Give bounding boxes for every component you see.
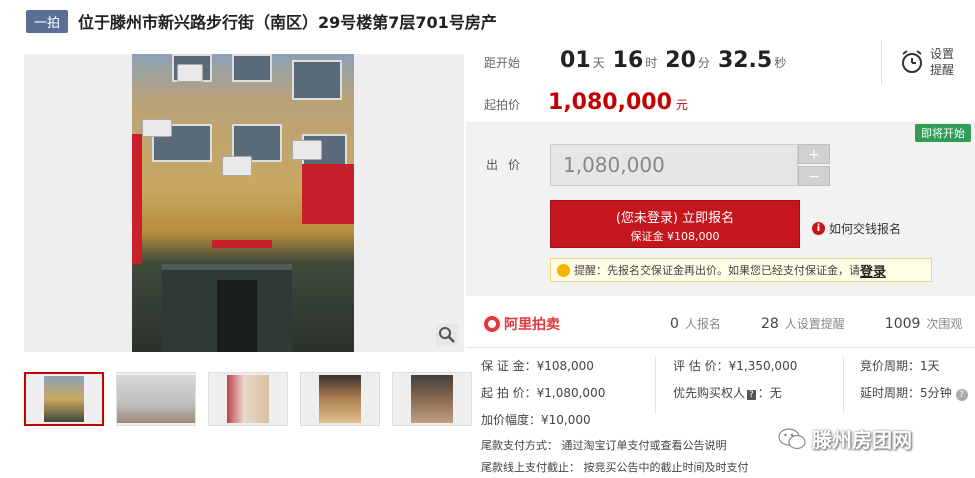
extension-text: 延时周期：5分钟 <box>860 386 952 400</box>
how-to-pay-link[interactable]: i 如何交钱报名 <box>812 220 901 237</box>
divider <box>655 356 656 414</box>
bid-stepper: + − <box>798 144 830 186</box>
watermark: 滕州房团网 <box>778 424 912 453</box>
increase-button[interactable]: + <box>798 144 830 164</box>
signup-count: 0 人报名 <box>670 315 721 332</box>
login-link[interactable]: 登录 <box>860 261 886 280</box>
view-count: 1009 次围观 <box>885 315 963 332</box>
wechat-icon <box>778 427 806 449</box>
view-count-value: 1009 <box>884 316 921 332</box>
signup-count-value: 0 <box>670 316 679 332</box>
building-image <box>132 54 354 352</box>
start-price-label: 起拍价 <box>484 98 521 112</box>
thumbnail-3[interactable] <box>208 372 288 426</box>
payment-deadline: 尾款线上支付截止： 按竞买公告中的截止时间及时支付 <box>481 461 749 474</box>
login-tip: 提醒：先报名交保证金再出价。如果您已经支付保证金，请 登录 <box>550 258 932 282</box>
countdown-days: 01 <box>560 48 591 73</box>
reminder-label: 设置提醒 <box>930 47 955 77</box>
view-count-label: 次围观 <box>926 317 963 331</box>
appraisal-detail: 评 估 价：¥1,350,000 <box>673 359 798 373</box>
payment-method: 尾款支付方式： 通过淘宝订单支付或查看公告说明 <box>481 439 727 452</box>
header: 一拍 位于滕州市新兴路步行街（南区）29号楼第7层701号房产 <box>26 8 497 34</box>
signup-count-label: 人报名 <box>684 317 721 331</box>
increment-detail: 加价幅度：¥10,000 <box>481 413 591 427</box>
signup-deposit-label: 保证金 ¥108,000 <box>630 230 720 243</box>
countdown-seconds: 32.5 <box>717 48 773 73</box>
status-badge: 即将开始 <box>915 124 971 142</box>
priority-buyer-detail: 优先购买权人? ：无 <box>673 384 782 401</box>
bid-cycle-detail: 竞价周期：1天 <box>860 359 940 373</box>
alarm-clock-icon <box>902 50 922 73</box>
countdown: 距开始 01 天 16 时 20 分 32.5 秒 <box>484 48 786 73</box>
main-photo[interactable] <box>24 54 464 352</box>
auction-type-badge: 一拍 <box>26 9 69 33</box>
signup-button[interactable]: (您未登录) 立即报名 保证金 ¥108,000 <box>550 200 800 248</box>
info-icon: i <box>812 222 825 235</box>
ali-logo-icon <box>484 315 500 332</box>
start-price-unit: 元 <box>675 98 688 112</box>
decrease-button[interactable]: − <box>798 166 830 186</box>
how-to-pay-label: 如何交钱报名 <box>829 222 902 236</box>
help-icon[interactable]: ? <box>747 390 756 400</box>
countdown-label: 距开始 <box>484 56 521 70</box>
priority-label: 优先购买权人 <box>673 386 746 400</box>
bid-input[interactable] <box>550 144 798 186</box>
lightbulb-icon <box>557 263 570 277</box>
divider <box>843 356 844 414</box>
countdown-minutes: 20 <box>665 48 696 73</box>
thumbnail-2[interactable] <box>116 372 196 426</box>
days-unit: 天 <box>592 56 605 70</box>
reminder-count: 28 人设置提醒 <box>761 315 845 332</box>
stats-row: 阿里拍卖 0 人报名 28 人设置提醒 1009 次围观 <box>466 300 975 348</box>
extension-detail: 延时周期：5分钟? <box>860 384 968 401</box>
thumbnail-strip <box>24 372 472 426</box>
reminder-count-value: 28 <box>760 316 779 332</box>
thumbnail-1[interactable] <box>24 372 104 426</box>
seconds-unit: 秒 <box>774 56 787 70</box>
hours-unit: 时 <box>645 56 658 70</box>
tip-text: 提醒：先报名交保证金再出价。如果您已经支付保证金，请 <box>574 264 860 277</box>
reminder-count-label: 人设置提醒 <box>784 317 845 331</box>
page-title: 位于滕州市新兴路步行街（南区）29号楼第7层701号房产 <box>78 13 497 32</box>
set-reminder-button[interactable]: 设置提醒 <box>881 40 975 84</box>
thumbnail-5[interactable] <box>392 372 472 426</box>
deposit-detail: 保 证 金：¥108,000 <box>481 359 594 373</box>
ali-logo-text: 阿里拍卖 <box>504 316 560 333</box>
thumbnail-4[interactable] <box>300 372 380 426</box>
start-price: 起拍价 1,080,000 元 <box>484 90 688 115</box>
priority-value: ：无 <box>757 386 782 400</box>
start-price-detail: 起 拍 价：¥1,080,000 <box>481 386 606 400</box>
zoom-icon[interactable] <box>436 324 458 346</box>
ali-auction-logo: 阿里拍卖 <box>484 314 560 334</box>
bid-label: 出价 <box>486 158 531 172</box>
signup-main-label: (您未登录) 立即报名 <box>615 211 735 226</box>
countdown-hours: 16 <box>612 48 644 73</box>
watermark-text: 滕州房团网 <box>812 428 912 452</box>
start-price-value: 1,080,000 <box>548 90 672 115</box>
minutes-unit: 分 <box>697 56 710 70</box>
question-icon[interactable]: ? <box>955 389 968 401</box>
bid-area: 即将开始 出价 + − (您未登录) 立即报名 保证金 ¥108,000 i 如… <box>466 122 975 296</box>
